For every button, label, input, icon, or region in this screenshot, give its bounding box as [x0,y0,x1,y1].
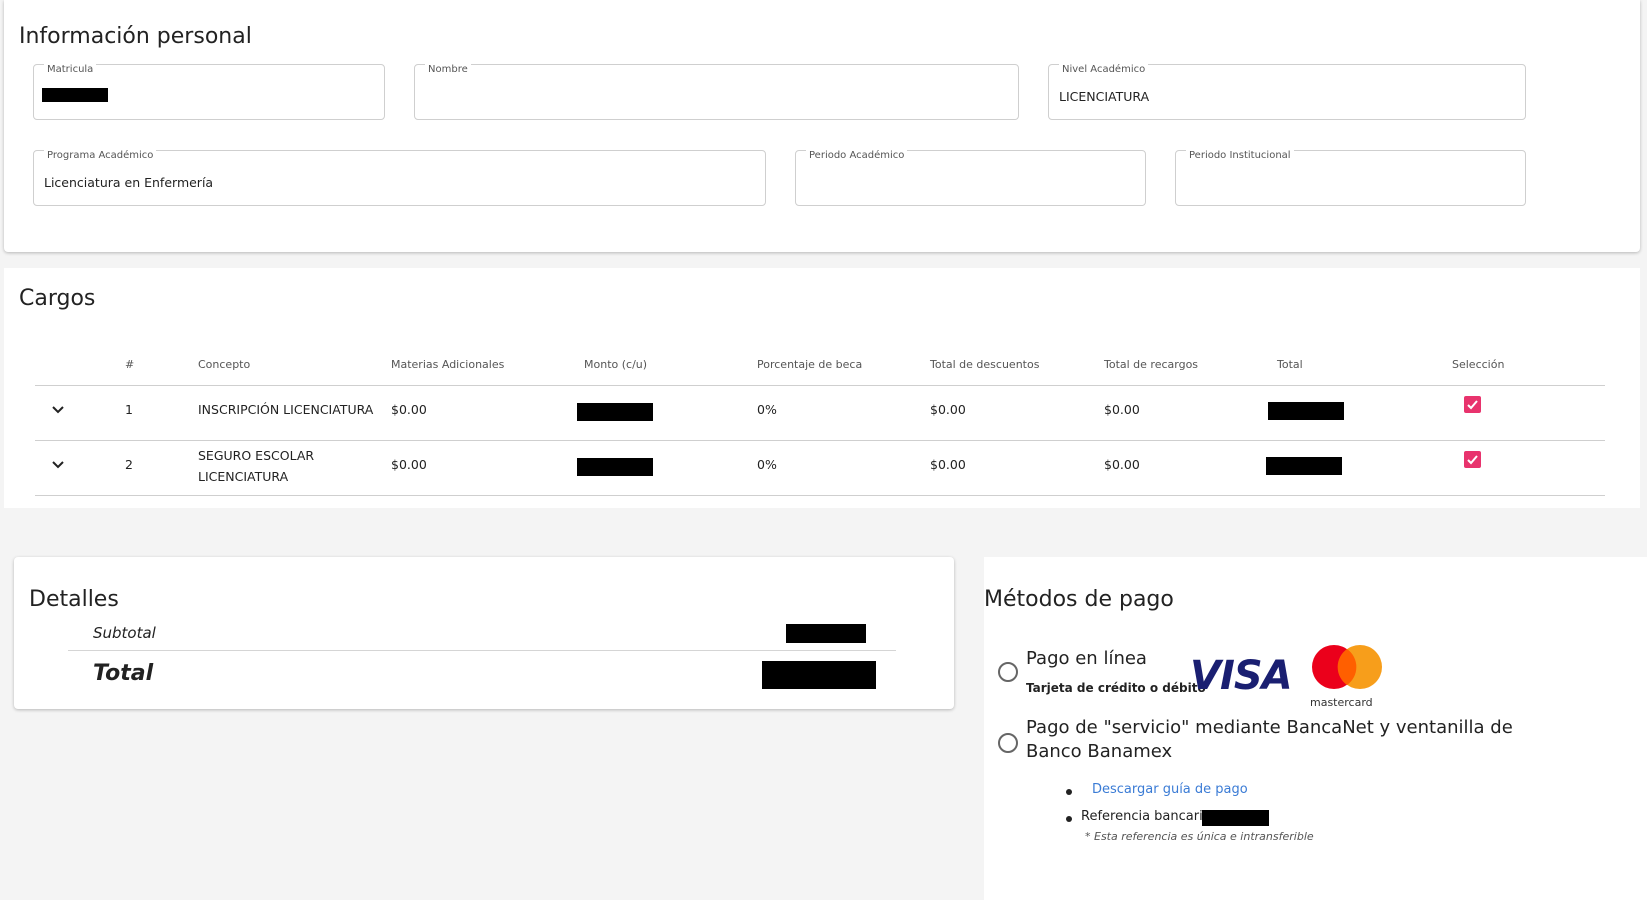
selection-checkbox[interactable] [1464,451,1481,468]
row-discounts: $0.00 [930,402,966,417]
periodo-institucional-label: Periodo Institucional [1186,150,1294,161]
online-payment-radio[interactable] [998,662,1018,682]
header-amount: Monto (c/u) [584,358,648,371]
redacted-block [577,458,653,476]
bank-payment-title: Pago de "servicio" mediante BancaNet y v… [1026,717,1513,762]
details-divider [68,650,896,651]
mastercard-logo: mastercard [1308,643,1388,711]
bullet [1066,816,1072,822]
programa-academico-label: Programa Académico [44,150,157,161]
matricula-label: Matricula [44,64,97,75]
matricula-field[interactable]: Matricula [33,64,385,120]
header-total: Total [1277,358,1303,371]
nivel-academico-field[interactable]: Nivel Académico LICENCIATURA [1048,64,1526,120]
row-concept: SEGURO ESCOLAR LICENCIATURA [198,448,315,484]
periodo-academico-field[interactable]: Periodo Académico [795,150,1146,206]
charges-card: Cargos # Concepto Materias Adicionales M… [4,268,1640,508]
online-payment-subtitle: Tarjeta de crédito o débito [1026,681,1206,695]
chevron-down-icon[interactable] [50,457,66,473]
nivel-academico-label: Nivel Académico [1059,64,1149,75]
header-concept: Concepto [198,358,251,371]
nivel-academico-value: LICENCIATURA [1059,89,1150,104]
redacted-block [1202,810,1269,826]
personal-info-title: Información personal [19,24,252,49]
row-discounts: $0.00 [930,457,966,472]
check-icon [1467,455,1478,465]
download-guide-link[interactable]: Descargar guía de pago [1092,782,1248,797]
subtotal-label: Subtotal [93,624,156,642]
row-divider [35,440,1605,441]
row-scholarship: 0% [757,457,777,472]
online-payment-title: Pago en línea [1026,648,1147,669]
programa-academico-field[interactable]: Programa Académico Licenciatura en Enfer… [33,150,766,206]
periodo-institucional-field[interactable]: Periodo Institucional [1175,150,1526,206]
visa-logo: VISA [1190,653,1293,699]
row-concept: INSCRIPCIÓN LICENCIATURA [198,402,374,417]
row-divider [35,385,1605,386]
charges-title: Cargos [19,286,96,311]
payment-methods-card: Métodos de pago Pago en línea Tarjeta de… [984,557,1647,900]
redacted-block [577,403,653,421]
programa-academico-value: Licenciatura en Enfermería [44,175,214,190]
row-surcharges: $0.00 [1104,402,1140,417]
check-icon [1467,400,1478,410]
bullet [1066,789,1072,795]
total-label: Total [93,661,154,686]
header-selection: Selección [1452,358,1505,371]
details-card: Detalles Subtotal Total [14,557,954,709]
payment-methods-title: Métodos de pago [984,587,1174,612]
periodo-academico-label: Periodo Académico [806,150,908,161]
row-divider [35,495,1605,496]
header-extra-subjects: Materias Adicionales [391,358,505,371]
nombre-field[interactable]: Nombre [414,64,1019,120]
redacted-block [42,88,108,102]
bank-reference-label: Referencia bancaria: [1081,809,1216,824]
header-scholarship: Porcentaje de beca [757,358,863,371]
redacted-block [1266,457,1342,475]
header-number: # [125,358,135,371]
row-extra-subjects: $0.00 [391,457,427,472]
mastercard-text: mastercard [1310,696,1373,709]
row-scholarship: 0% [757,402,777,417]
personal-info-card: Información personal Matricula Nombre Ni… [4,0,1640,252]
row-extra-subjects: $0.00 [391,402,427,417]
row-number: 1 [125,402,133,417]
redacted-block [762,661,876,689]
row-number: 2 [125,457,133,472]
redacted-block [1268,402,1344,420]
header-surcharges: Total de recargos [1104,358,1199,371]
mastercard-icon [1312,645,1382,689]
details-title: Detalles [29,587,119,612]
reference-note: * Esta referencia es única e intransferi… [1085,830,1314,843]
nombre-label: Nombre [425,64,471,75]
header-discounts: Total de descuentos [930,358,1040,371]
bank-payment-radio[interactable] [998,733,1018,753]
row-surcharges: $0.00 [1104,457,1140,472]
redacted-block [786,624,866,643]
selection-checkbox[interactable] [1464,396,1481,413]
chevron-down-icon[interactable] [50,402,66,418]
